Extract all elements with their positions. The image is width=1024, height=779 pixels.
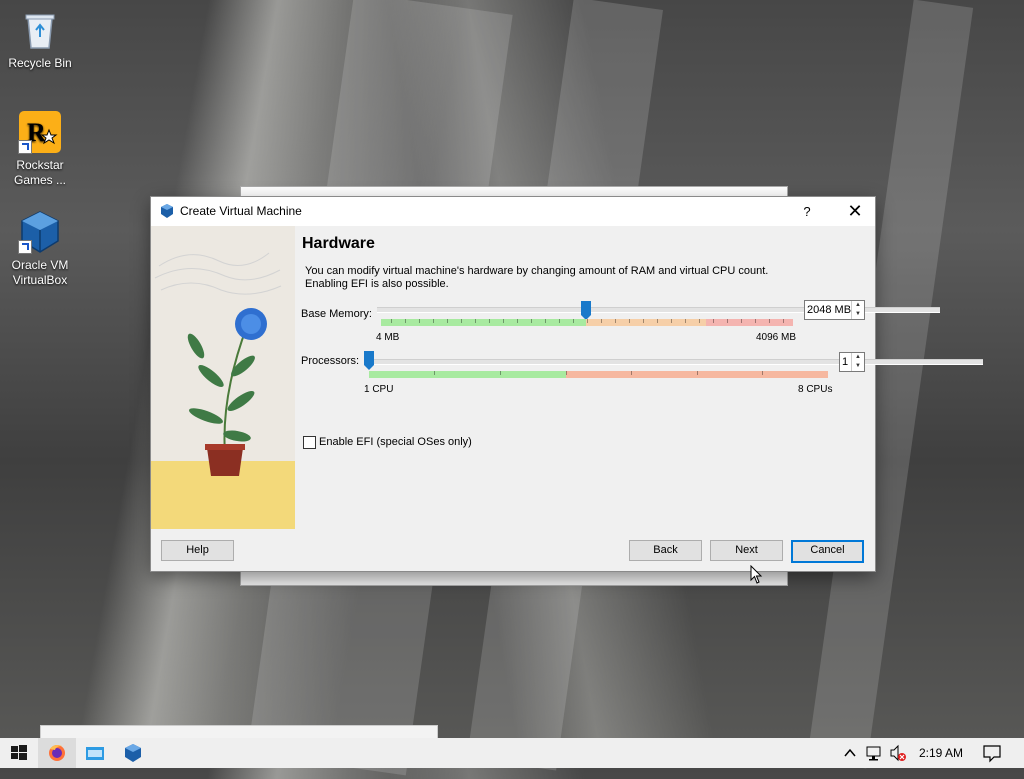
chevron-up-icon[interactable] xyxy=(842,738,858,768)
shortcut-arrow-icon xyxy=(18,240,32,254)
help-question-button[interactable]: ? xyxy=(789,197,825,226)
base-memory-max-label: 4096 MB xyxy=(756,332,797,343)
dialog-titlebar[interactable]: Create Virtual Machine ? ✕ xyxy=(151,197,875,226)
virtualbox-icon[interactable] xyxy=(114,738,152,768)
base-memory-scale xyxy=(381,319,793,326)
wizard-content: Hardware You can modify virtual machine'… xyxy=(295,226,983,529)
base-memory-spinbox[interactable]: 2048 MB ▲ ▼ xyxy=(804,300,865,320)
file-explorer-icon[interactable] xyxy=(76,738,114,768)
desktop-icon-label: Oracle VM VirtualBox xyxy=(11,258,69,287)
taskbar-preview xyxy=(40,725,438,739)
rockstar-games-icon: R xyxy=(18,110,62,154)
base-memory-label: Base Memory: xyxy=(301,308,372,320)
cancel-button[interactable]: Cancel xyxy=(791,540,864,563)
processors-slider-track[interactable] xyxy=(365,359,983,365)
enable-efi-label[interactable]: Enable EFI (special OSes only) xyxy=(319,436,472,448)
base-memory-min-label: 4 MB xyxy=(376,332,400,343)
clock[interactable]: 2:19 AM xyxy=(916,738,966,768)
recycle-bin-icon xyxy=(18,8,62,52)
desktop-icon-rockstar-games[interactable]: R Rockstar Games ... xyxy=(4,110,76,188)
virtualbox-icon xyxy=(18,210,62,254)
desktop-icon-virtualbox[interactable]: Oracle VM VirtualBox xyxy=(4,210,76,288)
network-icon[interactable] xyxy=(864,738,884,768)
firefox-icon[interactable] xyxy=(38,738,76,768)
shortcut-arrow-icon xyxy=(18,140,32,154)
page-description: You can modify virtual machine's hardwar… xyxy=(305,265,769,290)
taskbar: 2:19 AM xyxy=(0,738,1024,768)
notification-icon[interactable] xyxy=(980,738,1004,768)
wizard-illustration xyxy=(151,226,295,529)
processors-scale xyxy=(369,371,828,378)
base-memory-slider-thumb[interactable] xyxy=(581,301,591,320)
speaker-muted-icon[interactable] xyxy=(888,738,908,768)
spin-up-icon[interactable]: ▲ xyxy=(852,301,864,310)
dialog-title: Create Virtual Machine xyxy=(180,204,302,218)
desktop-icon-label: Rockstar Games ... xyxy=(13,158,66,187)
spin-arrows[interactable]: ▲ ▼ xyxy=(851,301,864,319)
virtualbox-icon xyxy=(159,203,175,219)
next-button[interactable]: Next xyxy=(710,540,783,561)
processors-spinbox[interactable]: 1 ▲ ▼ xyxy=(839,352,865,372)
desktop-icon-label: Recycle Bin xyxy=(8,56,72,70)
dialog-footer: Help Back Next Cancel xyxy=(151,529,875,571)
page-title: Hardware xyxy=(302,235,375,252)
help-button[interactable]: Help xyxy=(161,540,234,561)
processors-slider-thumb[interactable] xyxy=(364,351,374,370)
processors-label: Processors: xyxy=(301,355,360,367)
create-vm-dialog: Create Virtual Machine ? ✕ Hardware You … xyxy=(151,197,983,571)
back-button[interactable]: Back xyxy=(629,540,702,561)
processors-max-label: 8 CPUs xyxy=(798,384,833,395)
processors-value: 1 xyxy=(842,356,849,368)
spin-arrows[interactable]: ▲ ▼ xyxy=(851,353,864,371)
spin-up-icon[interactable]: ▲ xyxy=(852,353,864,362)
desktop-icon-recycle-bin[interactable]: Recycle Bin xyxy=(4,8,76,71)
spin-down-icon[interactable]: ▼ xyxy=(852,310,864,319)
windows-start-icon[interactable] xyxy=(0,738,38,768)
processors-min-label: 1 CPU xyxy=(364,384,394,395)
spin-down-icon[interactable]: ▼ xyxy=(852,362,864,371)
enable-efi-checkbox[interactable] xyxy=(303,436,316,449)
base-memory-value: 2048 MB xyxy=(807,304,852,316)
close-button[interactable]: ✕ xyxy=(835,197,875,226)
